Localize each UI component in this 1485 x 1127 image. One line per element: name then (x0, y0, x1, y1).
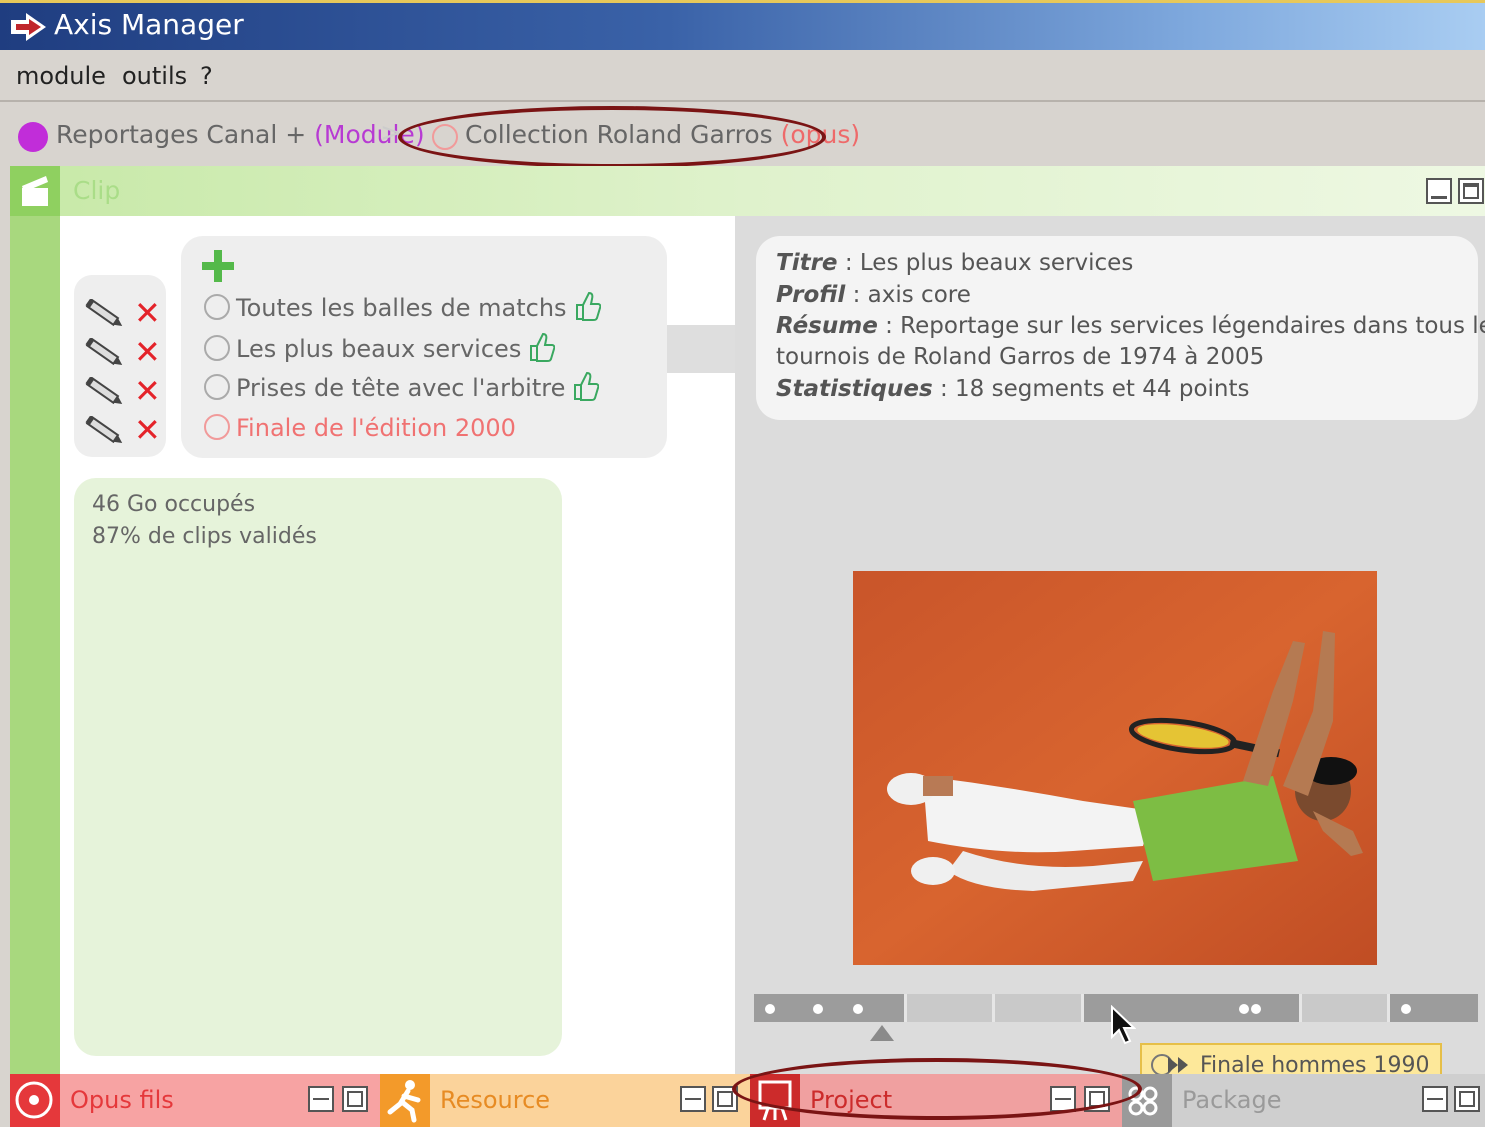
tab-minimize-button[interactable] (308, 1086, 334, 1112)
menu-help[interactable]: ? (200, 62, 213, 90)
timeline-playhead-icon[interactable] (870, 1025, 894, 1041)
clip-item-1[interactable]: Toutes les balles de matchs (204, 291, 601, 323)
menu-bar: module outils ? (0, 50, 1485, 102)
breadcrumb-module[interactable]: Reportages Canal + (Module) (56, 120, 425, 149)
clip-disc-icon (204, 335, 230, 361)
storage-stats: 46 Go occupés 87% de clips validés (74, 478, 562, 1056)
timeline-segment[interactable] (754, 994, 904, 1022)
left-accent-strip (10, 216, 60, 1074)
window-title: Axis Manager (54, 8, 244, 41)
clip-item-label: Toutes les balles de matchs (236, 294, 567, 322)
add-clip-plus-icon[interactable] (200, 248, 236, 284)
tab-maximize-button[interactable] (1454, 1086, 1480, 1112)
timeline-divider (1387, 994, 1390, 1022)
highlight-ellipse-breadcrumb (398, 106, 826, 168)
info-titre: Titre : Les plus beaux services (776, 250, 1134, 276)
clapperboard-icon (10, 166, 60, 216)
delete-x-icon[interactable]: ✕ (134, 375, 161, 407)
info-stats: Statistiques : 18 segments et 44 points (776, 376, 1250, 402)
arrow-right-icon (11, 13, 46, 41)
thumbs-up-icon (574, 371, 600, 401)
clip-actions-row: ✕ (82, 373, 162, 409)
edit-pencil-icon[interactable] (82, 377, 128, 407)
maximize-button[interactable] (1458, 178, 1484, 204)
delete-x-icon[interactable]: ✕ (134, 336, 161, 368)
info-resume: Résume : Reportage sur les services lége… (776, 313, 1485, 339)
delete-x-icon[interactable]: ✕ (134, 414, 161, 446)
clip-actions-row: ✕ (82, 412, 162, 448)
runner-icon (380, 1074, 430, 1127)
menu-module[interactable]: module (16, 62, 106, 90)
info-profil-label: Profil (776, 282, 846, 308)
storage-used: 46 Go occupés (92, 492, 256, 517)
clip-actions-row: ✕ (82, 334, 162, 370)
clip-disc-icon (204, 414, 230, 440)
timeline-divider (1081, 994, 1084, 1022)
tab-label: Resource (440, 1086, 551, 1114)
timeline-point[interactable] (853, 1004, 863, 1014)
tab-package[interactable]: Package (1122, 1074, 1485, 1127)
highlight-ellipse-project (732, 1058, 1142, 1120)
timeline-divider (992, 994, 995, 1022)
clip-item-label: Prises de tête avec l'arbitre (236, 374, 566, 402)
tab-maximize-button[interactable] (342, 1086, 368, 1112)
clip-panel-header: Clip (10, 166, 1485, 216)
module-dot-icon (18, 122, 48, 152)
clip-disc-icon (204, 374, 230, 400)
timeline-point[interactable] (1251, 1004, 1261, 1014)
edit-pencil-icon[interactable] (82, 299, 128, 329)
clip-item-2[interactable]: Les plus beaux services (204, 332, 556, 364)
edit-pencil-icon[interactable] (82, 338, 128, 368)
info-titre-value: Les plus beaux services (859, 250, 1134, 276)
thumbs-up-icon (530, 332, 556, 362)
mouse-cursor-icon (1111, 1005, 1136, 1045)
clip-info: Titre : Les plus beaux services Profil :… (756, 236, 1485, 420)
timeline-point[interactable] (1401, 1004, 1411, 1014)
clip-item-4[interactable]: Finale de l'édition 2000 (204, 414, 516, 444)
timeline-divider (904, 994, 907, 1022)
info-profil-value: axis core (867, 282, 971, 308)
timeline-point[interactable] (765, 1004, 775, 1014)
info-profil: Profil : axis core (776, 282, 971, 308)
tab-label: Package (1182, 1086, 1282, 1114)
clip-preview-image (853, 571, 1377, 965)
clip-actions-row: ✕ (82, 295, 162, 331)
breadcrumb-module-name: Reportages Canal + (56, 120, 307, 149)
clips-validated: 87% de clips validés (92, 524, 317, 549)
timeline-point[interactable] (813, 1004, 823, 1014)
info-titre-label: Titre (776, 250, 838, 276)
title-bar: Axis Manager (0, 0, 1485, 50)
tab-minimize-button[interactable] (680, 1086, 706, 1112)
tab-resource[interactable]: Resource (380, 1074, 750, 1127)
timeline-divider (1299, 994, 1302, 1022)
info-resume-cont: tournois de Roland Garros de 1974 à 2005 (776, 344, 1265, 370)
clip-item-label: Finale de l'édition 2000 (236, 414, 516, 442)
info-resume-value: Reportage sur les services légendaires d… (900, 313, 1485, 339)
menu-outils[interactable]: outils (122, 62, 187, 90)
info-resume-label: Résume (776, 313, 878, 339)
panel-title: Clip (73, 176, 121, 205)
clip-item-label: Les plus beaux services (236, 335, 522, 363)
minimize-button[interactable] (1426, 178, 1452, 204)
delete-x-icon[interactable]: ✕ (134, 297, 161, 329)
disc-icon (10, 1074, 60, 1127)
tab-label: Opus fils (70, 1086, 174, 1114)
thumbs-up-icon (575, 291, 601, 321)
clip-item-3[interactable]: Prises de tête avec l'arbitre (204, 371, 600, 403)
clip-actions: ✕ ✕ ✕ ✕ (74, 275, 166, 457)
edit-pencil-icon[interactable] (82, 416, 128, 446)
timeline-point[interactable] (1239, 1004, 1249, 1014)
info-stats-value: 18 segments et 44 points (955, 376, 1250, 402)
tab-opus-fils[interactable]: Opus fils (10, 1074, 380, 1127)
clip-disc-icon (204, 294, 230, 320)
tab-minimize-button[interactable] (1422, 1086, 1448, 1112)
info-stats-label: Statistiques (776, 376, 933, 402)
